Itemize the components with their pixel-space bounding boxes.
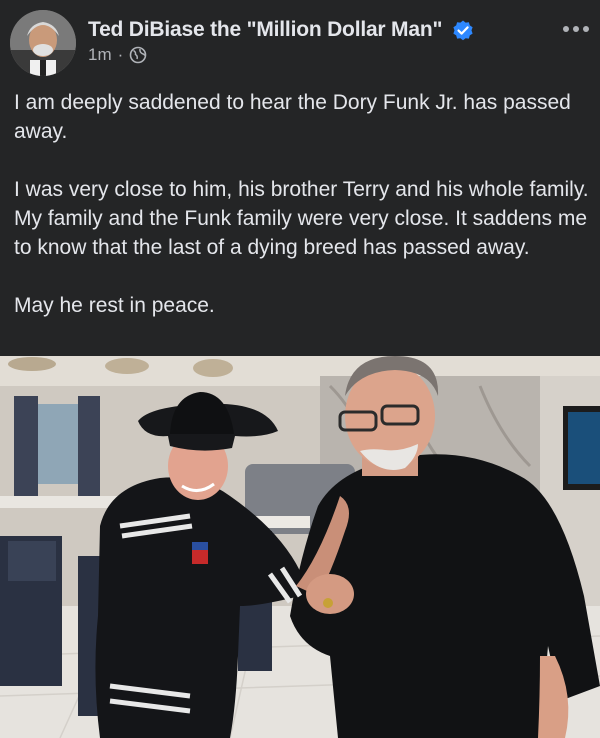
post-timestamp[interactable]: 1m — [88, 45, 112, 65]
meta-separator: · — [117, 45, 124, 64]
more-options-icon[interactable] — [561, 22, 591, 36]
post-paragraph: I am deeply saddened to hear the Dory Fu… — [14, 91, 571, 143]
post-photo[interactable] — [0, 356, 600, 738]
verified-badge-icon — [453, 20, 473, 41]
post-meta: 1m · — [88, 45, 147, 65]
post-text: I am deeply saddened to hear the Dory Fu… — [14, 88, 589, 320]
post-header: Ted DiBiase the "Million Dollar Man" 1m … — [0, 0, 600, 80]
post-paragraph: I was very close to him, his brother Ter… — [14, 178, 589, 259]
post-paragraph: May he rest in peace. — [14, 294, 215, 317]
avatar[interactable] — [10, 10, 76, 76]
post-photo-image — [0, 356, 600, 738]
globe-icon[interactable] — [129, 46, 147, 64]
author-name[interactable]: Ted DiBiase the "Million Dollar Man" — [88, 18, 442, 42]
profile-picture — [10, 10, 76, 76]
